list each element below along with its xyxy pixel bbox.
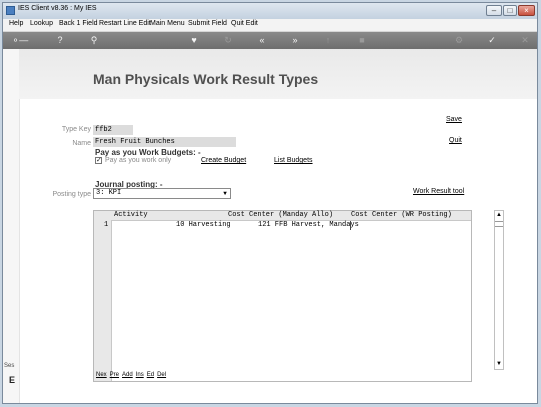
app-icon — [6, 6, 15, 15]
menu-submit-field[interactable]: Submit Field — [188, 20, 227, 27]
title-bar: IES Client v8.36 : My IES – □ × — [3, 3, 537, 19]
help-icon[interactable]: ? — [53, 35, 67, 46]
col-activity: Activity — [114, 211, 148, 219]
menu-help[interactable]: Help — [9, 20, 23, 27]
pay-as-you-work-checkbox[interactable]: ✓ — [95, 157, 102, 164]
menu-lookup[interactable]: Lookup — [30, 20, 53, 27]
page-title: Man Physicals Work Result Types — [93, 71, 319, 87]
nav-delete[interactable]: Del — [157, 372, 166, 378]
menu-main-menu[interactable]: Main Menu — [150, 20, 185, 27]
maximize-button[interactable]: □ — [503, 5, 517, 16]
list-budgets-link[interactable]: List Budgets — [274, 157, 313, 164]
minimize-button[interactable]: – — [486, 5, 502, 16]
left-strip — [3, 49, 20, 403]
close-icon[interactable]: ✕ — [518, 35, 532, 46]
menu-restart-line-edit[interactable]: Restart Line Edit — [99, 20, 151, 27]
toolbar: ⚬— ? ⚲ ♥ ↻ « » ↑ ■ ⚙ ✓ ✕ — [3, 32, 537, 49]
scroll-up-icon[interactable]: ▲ — [495, 211, 503, 220]
chevron-down-icon[interactable]: ▼ — [221, 190, 229, 197]
type-key-field[interactable]: ffb2 — [93, 125, 133, 135]
scroll-down-icon[interactable]: ▼ — [495, 360, 503, 369]
col-cc-wr: Cost Center (WR Posting) — [351, 211, 452, 219]
posting-type-label: Posting type — [52, 191, 91, 198]
vertical-scrollbar[interactable]: ▲ ▼ — [494, 210, 504, 370]
stop-icon[interactable]: ■ — [355, 35, 369, 46]
result-grid: Activity Cost Center (Manday Allo) Cost … — [93, 210, 472, 382]
work-result-tool-link[interactable]: Work Result tool — [413, 188, 464, 195]
nav-prev[interactable]: Pre — [110, 372, 119, 378]
menu-back-1-field[interactable]: Back 1 Field — [59, 20, 98, 27]
grid-header: Activity Cost Center (Manday Allo) Cost … — [111, 211, 471, 221]
grid-nav: Nex Pre Add Ins Ed Del — [96, 372, 169, 378]
save-link[interactable]: Save — [446, 116, 462, 123]
col-cc-manday: Cost Center (Manday Allo) — [228, 211, 334, 219]
type-key-label: Type Key — [61, 126, 91, 133]
name-label: Name — [72, 140, 91, 147]
name-field[interactable]: Fresh Fruit Bunches — [93, 137, 236, 147]
menu-quit-edit[interactable]: Quit Edit — [231, 20, 258, 27]
menu-bar: Help Lookup Back 1 Field Restart Line Ed… — [3, 19, 537, 32]
heart-icon[interactable]: ♥ — [187, 35, 201, 46]
row-number: 1 — [104, 221, 109, 229]
rewind-icon[interactable]: « — [255, 35, 269, 46]
posting-type-select[interactable]: 3: KPI ▼ — [93, 188, 231, 199]
scroll-thumb[interactable] — [495, 221, 503, 227]
forward-icon[interactable]: » — [288, 35, 302, 46]
edit-cursor — [350, 221, 470, 230]
refresh-icon[interactable]: ↻ — [221, 35, 235, 46]
status-fragment: Ses — [4, 363, 15, 369]
grid-row-header — [94, 211, 112, 381]
pay-as-you-work-label: Pay as you work only — [105, 157, 172, 164]
nav-edit[interactable]: Ed — [147, 372, 154, 378]
cell-activity[interactable]: 10 Harvesting — [176, 221, 231, 230]
close-button[interactable]: × — [518, 5, 535, 16]
posting-type-value: 3: KPI — [96, 189, 122, 197]
nav-add[interactable]: Add — [122, 372, 133, 378]
status-letter: E — [9, 375, 16, 385]
check-icon[interactable]: ✓ — [485, 35, 499, 46]
key-icon[interactable]: ⚬— — [9, 35, 31, 46]
cell-cc-manday[interactable]: 121 FFB Harvest, Mandays — [258, 221, 359, 230]
quit-link[interactable]: Quit — [449, 137, 462, 144]
upload-icon[interactable]: ↑ — [321, 35, 335, 46]
nav-insert[interactable]: Ins — [136, 372, 144, 378]
budgets-heading: Pay as you Work Budgets: - — [95, 148, 201, 157]
gear-icon[interactable]: ⚙ — [452, 35, 466, 46]
create-budget-link[interactable]: Create Budget — [201, 157, 246, 164]
search-icon[interactable]: ⚲ — [87, 35, 101, 46]
window-title: IES Client v8.36 : My IES — [18, 5, 97, 12]
nav-next[interactable]: Nex — [96, 372, 107, 378]
